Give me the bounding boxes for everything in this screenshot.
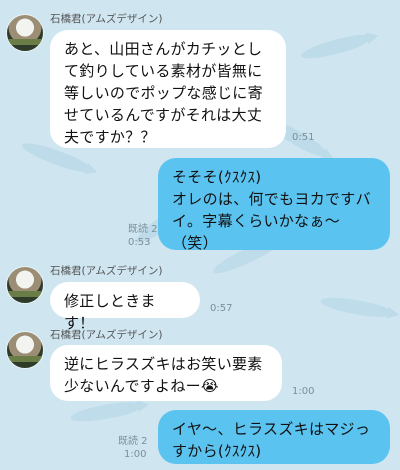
fish-pattern: [69, 399, 141, 425]
avatar[interactable]: [6, 331, 44, 369]
message-time: 0:51: [292, 132, 315, 143]
read-receipt: 既読 2: [118, 436, 148, 447]
sender-name: 石橋君(アムズデザイン): [50, 329, 163, 341]
fish-pattern: [319, 294, 391, 320]
avatar[interactable]: [6, 14, 44, 52]
message-bubble-incoming[interactable]: 修正しときます！: [50, 282, 200, 332]
sender-name: 石橋君(アムズデザイン): [50, 265, 163, 277]
sender-name: 石橋君(アムズデザイン): [50, 13, 163, 25]
message-bubble-incoming[interactable]: 逆にヒラスズキはお笑い要素少ないんですよねー😭: [50, 345, 282, 401]
message-time: 0:57: [210, 303, 233, 314]
read-receipt: 既読 2: [128, 224, 158, 235]
message-bubble-outgoing[interactable]: イヤ〜、ヒラスズキはマジっすから(ｸｽｸｽ): [158, 410, 390, 464]
avatar[interactable]: [6, 266, 44, 304]
message-bubble-incoming[interactable]: あと、山田さんがカチッとして釣りしている素材が皆無に等しいのでポップな感じに寄せ…: [50, 30, 286, 148]
message-time: 0:53: [128, 237, 151, 248]
message-bubble-outgoing[interactable]: そそそ(ｸｽｸｽ) オレのは、何でもヨカですバイ。字幕くらいかなぁ〜（笑）: [158, 158, 390, 252]
fish-pattern: [299, 31, 371, 63]
message-time: 1:00: [124, 449, 147, 460]
message-time: 1:00: [292, 386, 315, 397]
